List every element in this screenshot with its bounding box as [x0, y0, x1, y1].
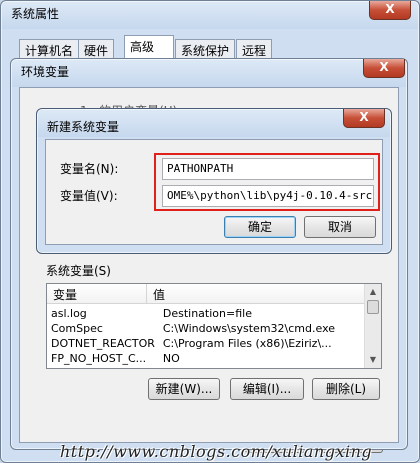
row-value: C:\Windows\system32\cmd.exe [162, 322, 336, 335]
new-system-variable-title: 新建系统变量 [47, 120, 120, 134]
system-properties-title: 系统属性 [11, 7, 60, 21]
variable-name-input[interactable]: PATHONPATH [162, 158, 374, 180]
table-row[interactable]: asl.log Destination=file [47, 306, 364, 321]
variable-name-label: 变量名(N): [60, 162, 119, 176]
new-variable-ok-button[interactable]: 确定 [224, 216, 296, 238]
environment-variables-close-button[interactable]: X [363, 59, 405, 78]
row-variable: ComSpec [51, 322, 103, 335]
variable-value-input[interactable]: OME%\python\lib\py4j-0.10.4-src.zip [162, 185, 374, 207]
tab-remote[interactable]: 远程 [236, 39, 273, 59]
tab-hardware[interactable]: 硬件 [78, 39, 115, 59]
new-system-variable-body: 变量名(N): 变量值(V): PATHONPATH OME%\python\l… [45, 139, 383, 245]
variable-value-label: 变量值(V): [60, 189, 118, 203]
scroll-up-arrow-icon[interactable]: ▲ [365, 284, 381, 300]
delete-variable-button[interactable]: 删除(L) [312, 378, 380, 400]
table-row[interactable]: DOTNET_REACTOR C:\Program Files (x86)\Ez… [47, 336, 364, 351]
system-variables-list[interactable]: 变量 值 asl.log Destination=file ComSpec C:… [46, 283, 382, 369]
list-header: 变量 值 [47, 284, 381, 304]
column-header-variable[interactable]: 变量 [47, 284, 147, 303]
row-value: C:\Program Files (x86)\Eziriz\... [162, 337, 332, 350]
table-row[interactable]: FP_NO_HOST_C... NO [47, 351, 364, 366]
system-variables-label: 系统变量(S) [46, 264, 111, 278]
row-variable: asl.log [51, 307, 87, 320]
row-value: NO [162, 352, 180, 365]
row-value: Destination=file [162, 307, 252, 320]
new-variable-cancel-button[interactable]: 取消 [304, 216, 376, 238]
tab-advanced[interactable]: 高级 [124, 35, 174, 59]
new-system-variable-close-button[interactable]: X [343, 109, 385, 128]
row-variable: FP_NO_HOST_C... [51, 352, 147, 365]
scroll-down-arrow-icon[interactable]: ▼ [365, 352, 381, 368]
environment-variables-title: 环境变量 [21, 65, 70, 79]
new-system-variable-dialog: 新建系统变量 X 变量名(N): 变量值(V): PATHONPATH OME%… [36, 108, 392, 254]
tab-computer-name[interactable]: 计算机名 [19, 39, 80, 59]
row-variable: DOTNET_REACTOR [51, 337, 155, 350]
scroll-thumb[interactable] [367, 300, 379, 314]
system-properties-close-button[interactable]: X [369, 1, 411, 20]
table-row[interactable]: ComSpec C:\Windows\system32\cmd.exe [47, 321, 364, 336]
list-scrollbar[interactable]: ▲ ▼ [364, 284, 381, 368]
new-variable-button[interactable]: 新建(W)... [148, 378, 220, 400]
blog-watermark: http://www.cnblogs.com/xuliangxing [60, 442, 373, 461]
column-header-value[interactable]: 值 [147, 284, 381, 303]
tab-system-protection[interactable]: 系统保护 [175, 39, 236, 59]
system-variables-table: asl.log Destination=file ComSpec C:\Wind… [47, 306, 364, 366]
edit-variable-button[interactable]: 编辑(I)... [230, 378, 304, 400]
